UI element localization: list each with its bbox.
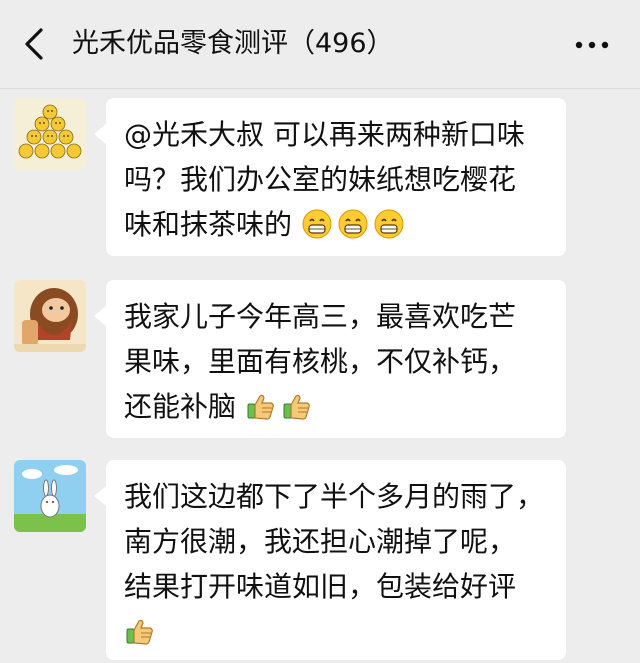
message-text-line-with-emoji: 味和抹茶味的 bbox=[124, 202, 550, 247]
message-text-line: 吗？我们办公室的妹纸想吃樱花 bbox=[124, 163, 517, 196]
message-text-line: 果味，里面有核桃，不仅补钙， bbox=[124, 345, 517, 378]
grin-emoji bbox=[302, 209, 332, 239]
more-button[interactable] bbox=[572, 30, 612, 60]
message-bubble[interactable]: 我家儿子今年高三，最喜欢吃芒 果味，里面有核桃，不仅补钙， 还能补脑 bbox=[94, 280, 566, 438]
message-text-line-with-emoji: 还能补脑 bbox=[124, 384, 550, 429]
message-bubble[interactable]: @光禾大叔 可以再来两种新口味 吗？我们办公室的妹纸想吃樱花 味和抹茶味的 bbox=[94, 98, 566, 256]
rabbit-sky-avatar[interactable] bbox=[14, 460, 86, 532]
message-text-line: 结果打开味道如旧，包装给好评 bbox=[124, 570, 517, 603]
cartoon-face-avatar[interactable] bbox=[14, 280, 86, 352]
rabbit-sky-icon bbox=[14, 460, 86, 532]
chat-header: 光禾优品零食测评（496） bbox=[0, 0, 640, 89]
message-text-line: 南方很潮，我还担心潮掉了呢， bbox=[124, 525, 517, 558]
message-item: @光禾大叔 可以再来两种新口味 吗？我们办公室的妹纸想吃樱花 味和抹茶味的 bbox=[0, 98, 640, 258]
message-text: 味和抹茶味的 bbox=[124, 208, 293, 241]
chick-pile-avatar[interactable] bbox=[14, 98, 86, 170]
more-dots-icon bbox=[575, 41, 609, 49]
message-text-line: @光禾大叔 可以再来两种新口味 bbox=[124, 118, 525, 151]
chick-pile-icon bbox=[14, 98, 86, 170]
cartoon-face-icon bbox=[14, 280, 86, 352]
message-text-line: 我家儿子今年高三，最喜欢吃芒 bbox=[124, 300, 517, 333]
message-text-line: 我们这边都下了半个多月的雨了， bbox=[124, 480, 545, 513]
message-emoji-line bbox=[124, 609, 550, 654]
grin-emoji bbox=[374, 209, 404, 239]
chat-title: 光禾优品零食测评（496） bbox=[72, 28, 394, 59]
message-item: 我们这边都下了半个多月的雨了， 南方很潮，我还担心潮掉了呢， 结果打开味道如旧，… bbox=[0, 460, 640, 660]
thumbs-up-emoji bbox=[126, 619, 153, 645]
message-item: 我家儿子今年高三，最喜欢吃芒 果味，里面有核桃，不仅补钙， 还能补脑 bbox=[0, 280, 640, 440]
message-bubble[interactable]: 我们这边都下了半个多月的雨了， 南方很潮，我还担心潮掉了呢， 结果打开味道如旧，… bbox=[94, 460, 566, 660]
grin-emoji bbox=[338, 209, 368, 239]
thumbs-up-emoji bbox=[247, 394, 274, 420]
back-button[interactable] bbox=[14, 22, 54, 66]
thumbs-up-emoji bbox=[283, 394, 310, 420]
message-text: 还能补脑 bbox=[124, 390, 237, 423]
chevron-left-icon bbox=[25, 28, 43, 60]
